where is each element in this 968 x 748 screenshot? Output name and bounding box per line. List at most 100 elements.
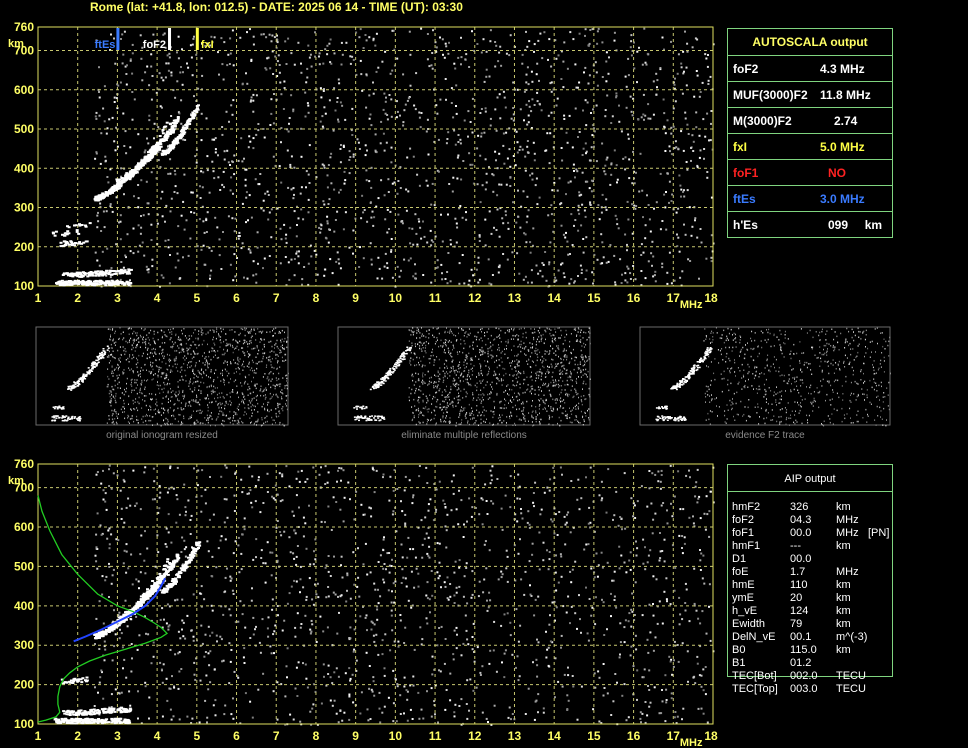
noise-dot xyxy=(635,554,638,557)
noise-dot xyxy=(262,562,265,565)
noise-dot xyxy=(658,712,661,715)
noise-dot xyxy=(482,591,485,594)
noise-dot xyxy=(279,531,282,533)
noise-dot xyxy=(166,491,169,494)
noise-dot xyxy=(283,530,286,533)
noise-dot xyxy=(338,611,340,614)
noise-dot xyxy=(257,476,260,479)
noise-dot xyxy=(392,720,395,723)
noise-dot xyxy=(488,591,491,594)
noise-dot xyxy=(489,469,492,472)
noise-dot xyxy=(187,499,190,502)
noise-dot xyxy=(489,599,492,602)
noise-dot xyxy=(113,645,116,648)
noise-dot xyxy=(592,708,595,711)
noise-dot xyxy=(444,708,447,711)
noise-dot xyxy=(182,635,185,638)
noise-dot xyxy=(101,593,104,596)
echo-dot xyxy=(95,635,99,638)
noise-dot xyxy=(190,629,193,632)
echo-dot xyxy=(165,590,169,593)
noise-dot xyxy=(299,578,302,581)
noise-dot xyxy=(576,498,579,501)
noise-dot xyxy=(430,715,433,718)
noise-dot xyxy=(665,701,668,704)
noise-dot xyxy=(147,633,150,636)
noise-dot xyxy=(167,531,170,534)
noise-dot xyxy=(267,635,270,638)
noise-dot xyxy=(606,628,608,631)
noise-dot xyxy=(324,566,327,569)
noise-dot xyxy=(551,520,554,523)
noise-dot xyxy=(455,586,458,589)
noise-dot xyxy=(640,485,643,488)
noise-dot xyxy=(165,677,168,680)
noise-dot xyxy=(478,580,481,583)
noise-dot xyxy=(348,695,351,698)
noise-dot xyxy=(327,555,330,557)
noise-dot xyxy=(663,590,666,593)
noise-dot xyxy=(285,465,288,468)
noise-dot xyxy=(309,563,312,566)
noise-dot xyxy=(390,609,393,612)
noise-dot xyxy=(532,501,535,504)
noise-dot xyxy=(613,595,616,598)
noise-dot xyxy=(671,515,674,518)
noise-dot xyxy=(708,510,711,513)
noise-dot xyxy=(566,694,569,697)
noise-dot xyxy=(446,576,449,579)
noise-dot xyxy=(664,674,667,677)
noise-dot xyxy=(206,721,208,724)
noise-dot xyxy=(688,516,691,519)
noise-dot xyxy=(311,623,314,626)
noise-dot xyxy=(564,543,567,546)
noise-dot xyxy=(486,513,489,515)
noise-dot xyxy=(405,585,408,588)
echo-dot xyxy=(118,722,122,724)
noise-dot xyxy=(587,543,590,546)
noise-dot xyxy=(652,603,654,605)
echo-dot xyxy=(163,588,167,591)
noise-dot xyxy=(180,668,183,670)
noise-dot xyxy=(697,707,700,710)
noise-dot xyxy=(481,711,484,714)
noise-dot xyxy=(366,708,369,711)
noise-dot xyxy=(127,567,130,570)
noise-dot xyxy=(212,513,215,516)
noise-dot xyxy=(226,516,229,519)
noise-dot xyxy=(495,670,498,673)
noise-dot xyxy=(319,615,322,618)
noise-dot xyxy=(222,613,225,616)
noise-dot xyxy=(673,640,676,643)
noise-dot xyxy=(224,576,227,579)
echo-dot xyxy=(197,542,201,545)
noise-dot xyxy=(366,629,368,632)
noise-dot xyxy=(327,673,330,675)
noise-dot xyxy=(219,539,222,542)
noise-dot xyxy=(206,716,209,719)
noise-dot xyxy=(382,549,385,552)
noise-dot xyxy=(547,646,550,649)
noise-dot xyxy=(647,651,650,654)
noise-dot xyxy=(199,592,202,595)
noise-dot xyxy=(511,653,514,656)
noise-dot xyxy=(113,609,115,612)
noise-dot xyxy=(143,471,146,474)
noise-dot xyxy=(585,476,587,479)
noise-dot xyxy=(415,567,418,570)
noise-dot xyxy=(357,547,359,550)
noise-dot xyxy=(509,621,512,624)
echo-dot xyxy=(54,717,58,720)
noise-dot xyxy=(458,566,461,569)
noise-dot xyxy=(225,498,228,501)
noise-dot xyxy=(546,648,549,651)
noise-dot xyxy=(181,619,184,622)
noise-dot xyxy=(481,665,484,668)
noise-dot xyxy=(312,466,315,469)
noise-dot xyxy=(272,633,275,636)
noise-dot xyxy=(299,626,302,629)
noise-dot xyxy=(465,562,468,565)
noise-dot xyxy=(628,612,631,615)
noise-dot xyxy=(242,656,245,659)
noise-dot xyxy=(372,634,375,637)
